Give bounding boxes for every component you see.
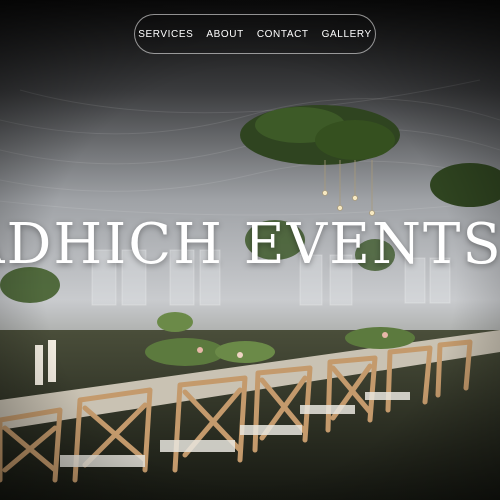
nav-link-services[interactable]: SERVICES: [138, 29, 193, 40]
nav-link-about[interactable]: ABOUT: [206, 29, 243, 40]
nav-link-gallery[interactable]: GALLERY: [322, 29, 372, 40]
hero-title: ADHICH EVENTS: [0, 212, 500, 277]
main-nav: SERVICES ABOUT CONTACT GALLERY: [134, 14, 376, 54]
hero-section: SERVICES ABOUT CONTACT GALLERY ADHICH EV…: [0, 0, 500, 500]
nav-link-contact[interactable]: CONTACT: [257, 29, 309, 40]
